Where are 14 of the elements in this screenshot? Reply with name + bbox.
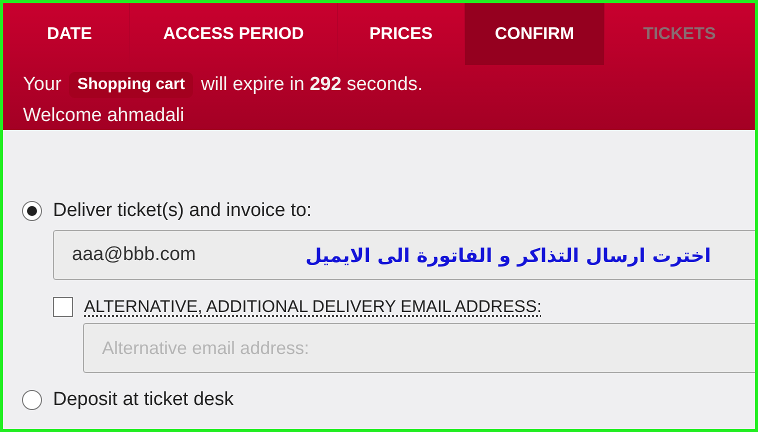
radio-button[interactable]	[22, 390, 42, 410]
cart-text: Your	[23, 73, 62, 97]
radio-button[interactable]	[22, 201, 42, 221]
checkbox-label: ALTERNATIVE, ADDITIONAL DELIVERY EMAIL ADDRESS:	[84, 296, 542, 318]
option-label: Deposit at ticket desk	[53, 388, 234, 412]
option-label: Deliver ticket(s) and invoice to:	[53, 198, 312, 223]
nav-tab[interactable]: DATE	[10, 3, 130, 65]
expiry-text: will expire in 292 seconds.	[200, 73, 423, 97]
shopping-cart-link[interactable]: Shopping cart	[69, 72, 193, 98]
nav-tab[interactable]: CONFIRM	[465, 3, 605, 65]
annotation-text: اخترت ارسال التذاكر و الفاتورة الى الايميل	[305, 244, 711, 269]
nav-tab[interactable]: ACCESS PERIOD	[130, 3, 338, 65]
welcome-text: Welcome ahmadali	[23, 104, 184, 126]
checkbox[interactable]	[53, 297, 73, 317]
